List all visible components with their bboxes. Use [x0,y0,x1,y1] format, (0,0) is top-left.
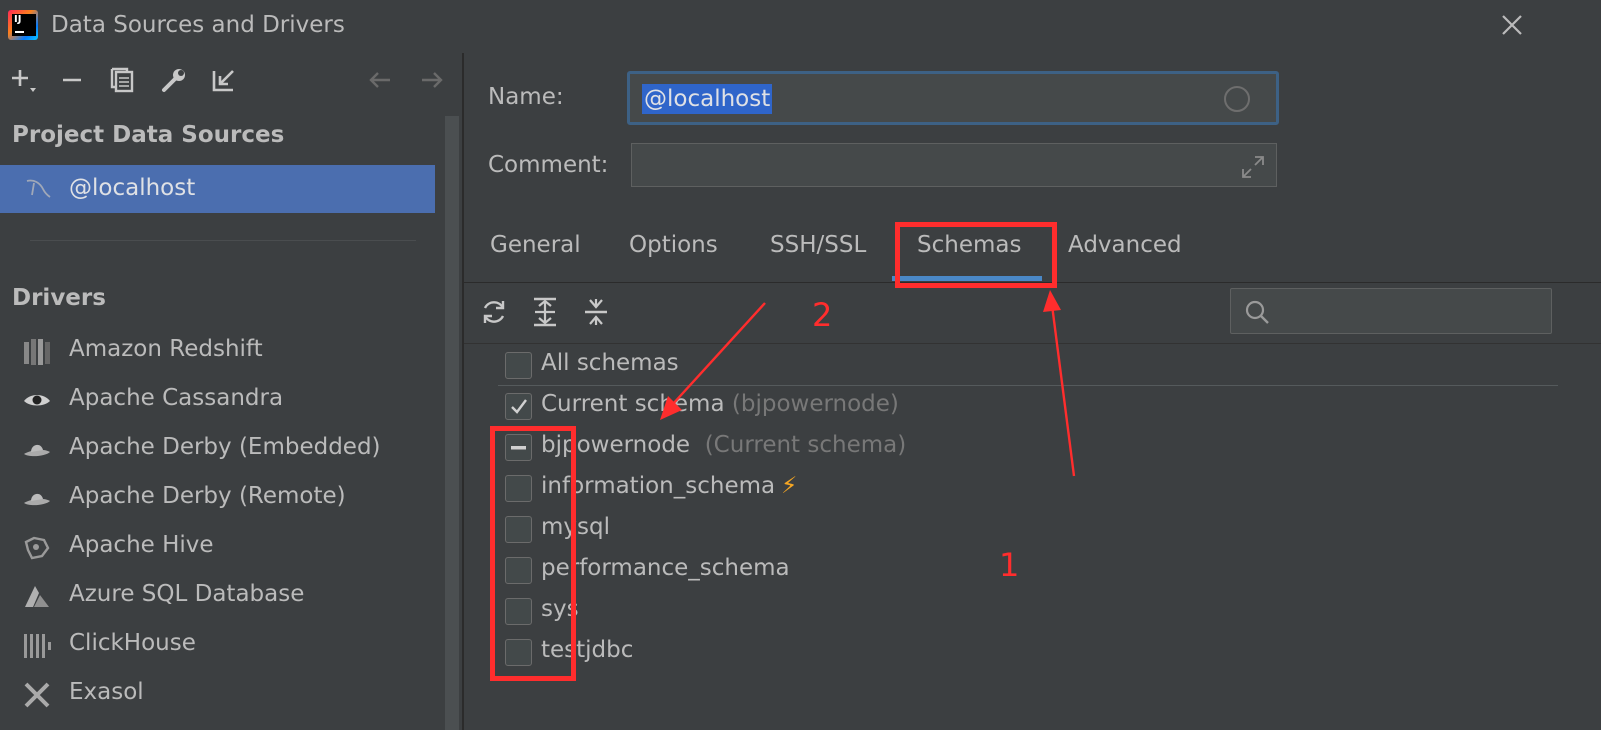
search-icon [1245,300,1269,324]
driver-label: Apache Derby (Embedded) [69,434,381,460]
derby-hat-icon [22,436,52,464]
expand-icon[interactable] [1240,154,1266,180]
drivers-heading: Drivers [12,285,106,311]
driver-item-azure-sql-database[interactable]: Azure SQL Database [0,575,440,619]
window-title: Data Sources and Drivers [51,12,345,38]
tab-ssh-ssl[interactable]: SSH/SSL [770,232,866,258]
left-separator [30,240,416,241]
schema-name: information_schema [541,473,776,499]
lightning-icon: ⚡ [781,473,798,499]
close-icon[interactable] [1496,8,1528,44]
driver-item-apache-derby-remote[interactable]: Apache Derby (Remote) [0,477,440,521]
driver-item-apache-cassandra[interactable]: Apache Cassandra [0,379,440,423]
project-data-sources-heading: Project Data Sources [12,122,285,148]
name-field[interactable]: @localhost [627,71,1279,125]
derby-hat-icon [22,485,52,513]
driver-label: ClickHouse [69,630,196,656]
add-icon[interactable] [6,60,42,100]
driver-item-clickhouse[interactable]: ClickHouse [0,624,440,668]
left-toolbar [0,60,462,104]
refresh-icon[interactable] [478,296,510,328]
import-icon[interactable] [206,60,242,100]
copy-icon[interactable] [104,60,140,100]
driver-label: Apache Hive [69,532,214,558]
schema-name: performance_schema [541,555,790,581]
remove-icon[interactable] [54,60,90,100]
data-source-item-localhost[interactable]: @localhost [0,165,435,213]
clickhouse-icon [22,632,52,660]
annotation-box-checkboxes [490,426,576,681]
color-circle-icon[interactable] [1224,86,1250,112]
list-separator [498,385,1558,386]
comment-label: Comment: [488,152,609,178]
annotation-number-2: 2 [812,296,833,334]
hive-icon [22,534,52,562]
current-schema-hint: (bjpowernode) [731,391,899,417]
list-top-border [464,343,1601,344]
tab-general[interactable]: General [490,232,581,258]
tab-options[interactable]: Options [629,232,718,258]
collapse-all-icon[interactable] [580,296,612,328]
wrench-icon[interactable] [156,60,192,100]
driver-item-exasol[interactable]: Exasol [0,673,440,717]
current-schema-label: Current schema [541,391,725,417]
exasol-icon [22,681,52,709]
comment-field[interactable] [631,143,1277,187]
driver-label: Azure SQL Database [69,581,305,607]
name-label: Name: [488,84,564,110]
driver-label: Exasol [69,679,144,705]
tab-advanced[interactable]: Advanced [1068,232,1182,258]
schema-search-input[interactable] [1230,288,1552,334]
driver-label: Apache Cassandra [69,385,284,411]
data-source-label: @localhost [69,175,196,201]
redshift-icon [22,338,52,366]
driver-item-apache-derby-embedded[interactable]: Apache Derby (Embedded) [0,428,440,472]
driver-label: Amazon Redshift [69,336,263,362]
annotation-number-1: 1 [999,546,1020,584]
current-schema-checkbox[interactable] [505,393,532,420]
expand-all-icon[interactable] [529,296,561,328]
forward-arrow-icon[interactable] [414,60,450,100]
annotation-box-schemas-tab [895,222,1057,288]
all-schemas-label: All schemas [541,350,679,376]
left-scrollbar[interactable] [445,116,459,730]
azure-icon [22,583,52,611]
title-bar: IJ Data Sources and Drivers [0,0,1601,53]
back-arrow-icon[interactable] [362,60,398,100]
mysql-dolphin-icon [24,175,52,203]
intellij-app-icon: IJ [8,10,38,40]
name-value: @localhost [642,84,773,114]
schema-hint: (Current schema) [704,432,907,458]
driver-item-amazon-redshift[interactable]: Amazon Redshift [0,330,440,374]
driver-label: Apache Derby (Remote) [69,483,346,509]
cassandra-eye-icon [22,387,52,415]
driver-item-apache-hive[interactable]: Apache Hive [0,526,440,570]
all-schemas-checkbox[interactable] [505,352,532,379]
